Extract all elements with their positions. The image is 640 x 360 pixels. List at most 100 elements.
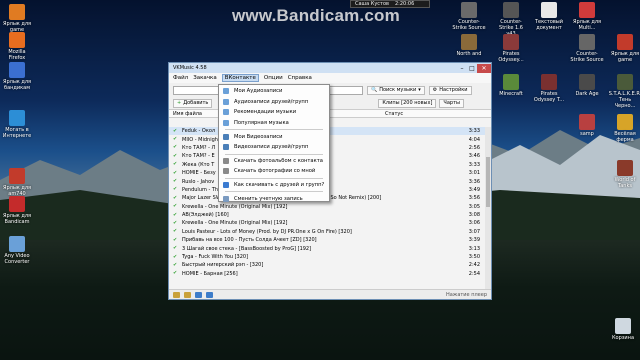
checkmark-icon[interactable]: ✔ [173, 162, 178, 167]
add-icon: + [177, 100, 182, 106]
menu-vkontakte[interactable]: ВКонтакте [221, 74, 259, 82]
checkmark-icon[interactable]: ✔ [173, 271, 178, 276]
checkmark-icon[interactable]: ✔ [173, 128, 178, 134]
tab-clips[interactable]: Клипы [200 новых] [378, 98, 437, 108]
desktop-icon[interactable]: Ярлык для Bandicam [0, 196, 34, 225]
desktop-icon[interactable]: Counter-Strike Source [452, 2, 486, 31]
dropdown-item[interactable]: Популярная музыка [219, 118, 329, 129]
desktop-icon-label: Ярлык для Bandicam [2, 213, 32, 225]
table-row[interactable]: ✔ 3 Шагай свое стека - [BassBoosted by Pr… [169, 244, 487, 252]
dropdown-item[interactable]: Скачать фотоальбом с контакта [219, 156, 329, 167]
cs-icon [579, 34, 595, 50]
scrollbar-thumb[interactable] [486, 157, 490, 207]
desktop-icon[interactable]: North and [452, 34, 486, 57]
desktop-icon[interactable]: Pirates Odyssey T... [532, 74, 566, 103]
minimize-icon[interactable]: – [457, 64, 467, 73]
checkmark-icon[interactable]: ✔ [173, 212, 178, 218]
folder-icon[interactable] [184, 291, 191, 298]
table-row[interactable]: ✔ Быстрый ниrерский рэп - [320] 2:42 [169, 261, 487, 269]
table-row[interactable]: ✔ Прибавь на все 100 - Пусть Солда Ачеет … [169, 236, 487, 244]
desktop-icon[interactable]: S.T.A.L.K.E.R. Тень Черно... [608, 74, 640, 109]
desktop-icon[interactable]: Корзина [606, 318, 640, 341]
desktop-icon[interactable]: Minecraft [494, 74, 528, 97]
dropdown-item[interactable]: Сменить учетную запись [219, 193, 329, 204]
tab-charts[interactable]: Чарты [439, 98, 464, 108]
desktop-icon[interactable]: Dark Age [570, 74, 604, 97]
settings-button[interactable]: ⚙ Настройки [428, 85, 472, 95]
help-icon [223, 182, 229, 189]
settings-icon: ⚙ [432, 87, 438, 93]
table-row[interactable]: ✔ АВ(Элджей) [160] 3:08 [169, 211, 487, 219]
desktop-icon-label: North and [456, 51, 482, 57]
desktop-icon[interactable]: Ярлык для бандикам [0, 62, 34, 91]
checkmark-icon[interactable]: ✔ [173, 187, 178, 192]
desktop-icon[interactable]: Ярлык для am740 [0, 168, 34, 197]
checkmark-icon[interactable]: ✔ [173, 246, 178, 251]
desktop-icon[interactable]: Counter-Strike 1.6 v43 [494, 2, 528, 37]
checkmark-icon[interactable]: ✔ [173, 170, 178, 176]
desktop-icon[interactable]: Any Video Converter [0, 236, 34, 265]
track-duration: 3:33 [468, 128, 480, 135]
desktop-icon[interactable]: Ярлык для game [608, 34, 640, 63]
track-duration: 2:42 [468, 262, 480, 269]
menu-bar: Файл Закачка ВКонтакте Опции Справка [169, 73, 491, 83]
stop-icon[interactable] [206, 291, 213, 298]
dropdown-item[interactable]: Скачать фотографии со мной [219, 166, 329, 177]
close-icon[interactable]: ✕ [477, 63, 491, 73]
desktop-icon[interactable]: World of Tanks [608, 160, 640, 189]
dropdown-item[interactable]: Мои Аудиозаписи [219, 86, 329, 97]
menu-file[interactable]: Файл [173, 75, 188, 81]
dropdown-item[interactable]: Мои Видеозаписи [219, 131, 329, 142]
checkmark-icon[interactable]: ✔ [173, 262, 178, 268]
checkmark-icon[interactable]: ✔ [173, 254, 178, 260]
checkmark-icon[interactable]: ✔ [173, 179, 178, 184]
checkmark-icon[interactable]: ✔ [173, 237, 178, 243]
desktop-icon[interactable]: samp [570, 114, 604, 137]
checkmark-icon[interactable]: ✔ [173, 229, 178, 234]
checkmark-icon[interactable]: ✔ [173, 153, 178, 159]
search-mode-select[interactable]: 🔍 Поиск музыки ▾ [367, 85, 425, 95]
menu-help[interactable]: Справка [288, 75, 312, 81]
desktop-icon-label: Могать в Интернете [2, 127, 32, 139]
checkmark-icon[interactable]: ✔ [173, 137, 178, 142]
desktop-icon[interactable]: Pirates Odyssey... [494, 34, 528, 63]
menu-separator [225, 153, 323, 155]
table-row[interactable]: ✔ HOMIE - Барная [256] 2:54 [169, 270, 487, 278]
menu-download[interactable]: Закачка [193, 75, 217, 81]
vertical-scrollbar[interactable] [485, 127, 491, 289]
desktop-icon-label: Pirates Odyssey T... [533, 91, 565, 103]
table-row[interactable]: ✔ Krewella - One Minute (Original Mix) [1… [169, 219, 487, 227]
add-button[interactable]: + Добавить [173, 98, 213, 108]
window-titlebar[interactable]: VKMusic 4.58 – □ ✕ [169, 63, 491, 73]
checkmark-icon[interactable]: ✔ [173, 204, 178, 209]
folder-icon[interactable] [173, 291, 180, 298]
track-title: Krewella - One Minute (Original Mix) [19… [182, 220, 288, 227]
desktop-icon-label: Dark Age [575, 91, 599, 97]
maximize-icon[interactable]: □ [467, 64, 477, 73]
menu-options[interactable]: Опции [264, 75, 283, 81]
dropdown-item[interactable]: Видеозаписи друзей/групп [219, 142, 329, 153]
dropdown-item[interactable]: Рекомендации музыки [219, 107, 329, 118]
desktop-icon[interactable]: Текстовый документ [532, 2, 566, 31]
desktop-icon[interactable]: Ярлык для game [0, 4, 34, 33]
bandicam-icon [9, 196, 25, 212]
dropdown-item[interactable]: Как скачивать с друзей и групп? [219, 180, 329, 191]
photo-icon [223, 168, 229, 175]
play-icon[interactable] [195, 291, 202, 298]
checkmark-icon[interactable]: ✔ [173, 220, 178, 226]
table-row[interactable]: ✔ Louis Pasteur - Lots of Money (Prod. by… [169, 228, 487, 236]
dropdown-item[interactable]: Аудиозаписи друзей/групп [219, 97, 329, 108]
desktop-icon[interactable]: Ярлык для Multi... [570, 2, 604, 31]
track-duration: 3:33 [468, 161, 480, 168]
desktop-icon[interactable]: Mozilla Firefox [0, 32, 34, 61]
desktop-icon[interactable]: Весёлая ферма [608, 114, 640, 143]
desktop-icon[interactable]: Counter-Strike Source [570, 34, 604, 63]
track-duration: 3:06 [468, 220, 480, 227]
col-status[interactable]: Статус [385, 111, 463, 117]
track-title: Tyga - Fuck With You [320] [182, 254, 249, 261]
desktop-icon[interactable]: Могать в Интернете [0, 110, 34, 139]
table-row[interactable]: ✔ Tyga - Fuck With You [320] 3:50 [169, 253, 487, 261]
checkmark-icon[interactable]: ✔ [173, 145, 178, 150]
checkmark-icon[interactable]: ✔ [173, 195, 178, 201]
desktop-icon-label: Mozilla Firefox [8, 49, 26, 61]
